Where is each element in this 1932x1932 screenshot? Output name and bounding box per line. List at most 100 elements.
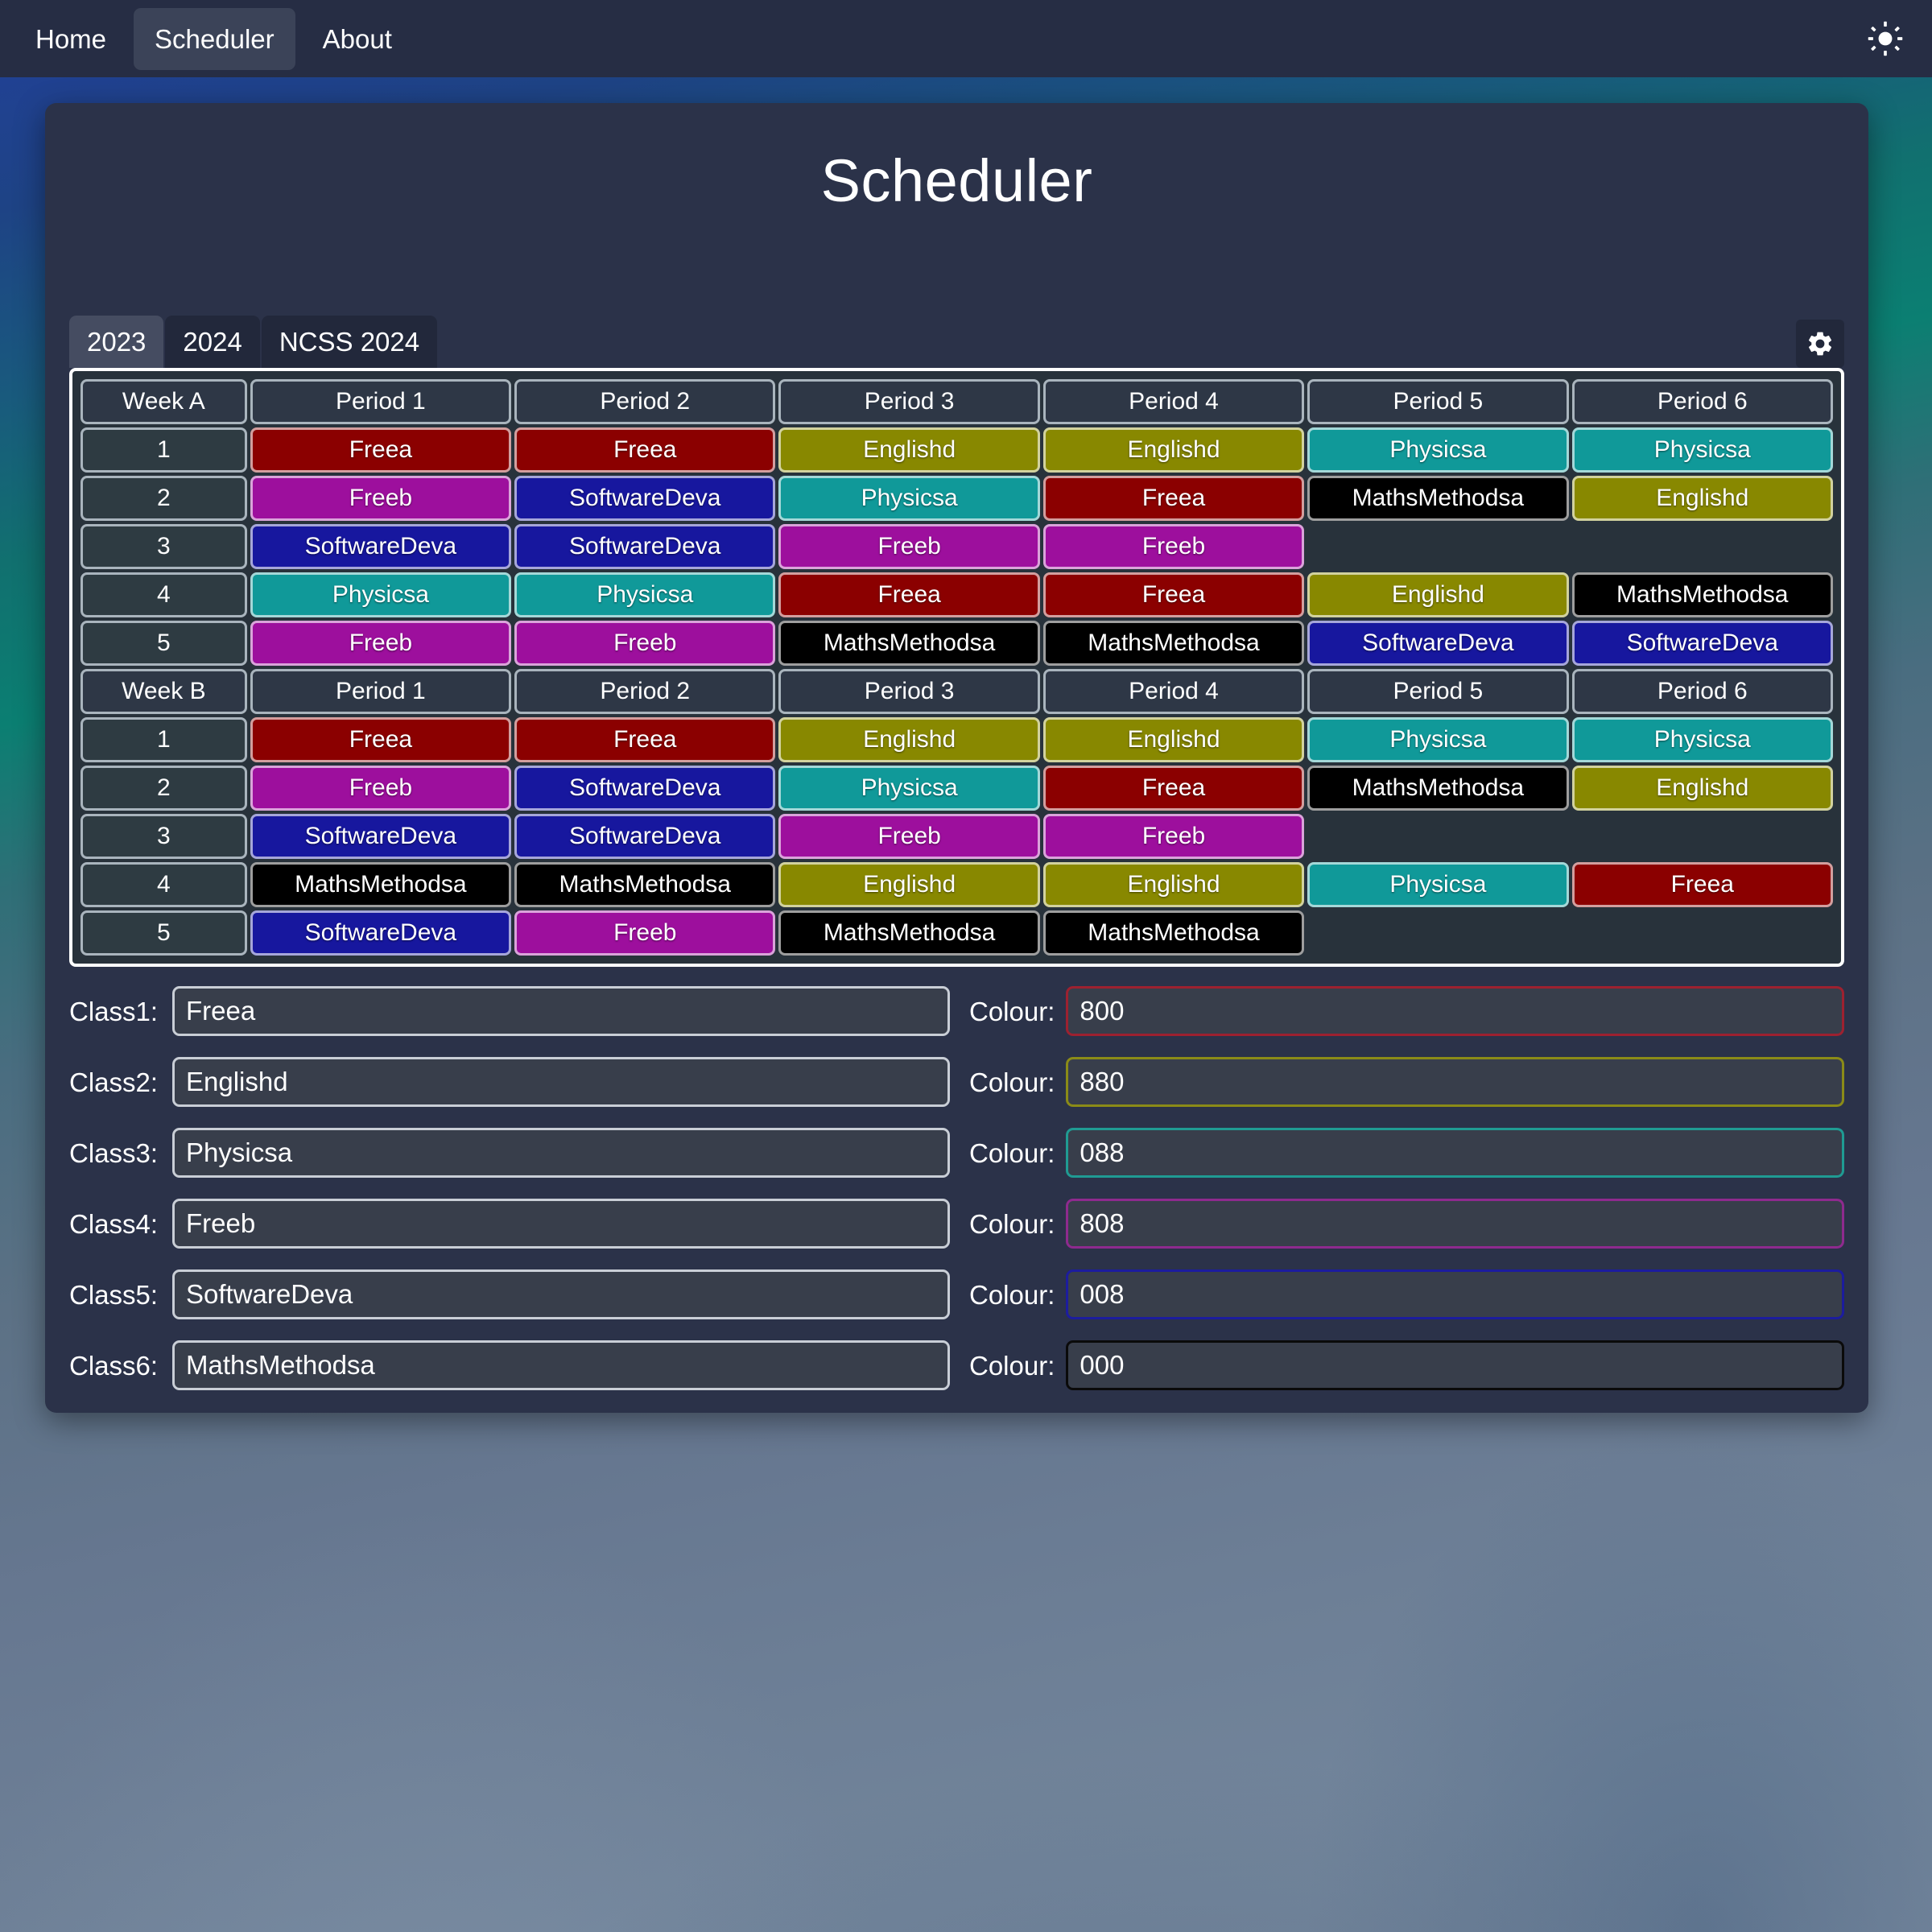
- timetable-cell[interactable]: Englishd: [1042, 427, 1305, 473]
- timetable-cell[interactable]: Freea: [514, 717, 776, 762]
- timetable-cell[interactable]: Englishd: [1307, 572, 1569, 617]
- timetable-cell-empty[interactable]: [1307, 814, 1568, 859]
- timetable-cell[interactable]: SoftwareDeva: [250, 910, 512, 956]
- tab-ncss-2024[interactable]: NCSS 2024: [261, 316, 438, 368]
- timetable-cell[interactable]: Englishd: [1571, 476, 1833, 521]
- row-number-label: 3: [80, 814, 247, 859]
- timetable-cell[interactable]: MathsMethodsa: [1307, 766, 1569, 811]
- class1-name-input[interactable]: [172, 986, 950, 1036]
- table-row: 4 Physicsa Physicsa Freea Freea Englishd Maths…: [80, 572, 1833, 617]
- timetable-cell[interactable]: SoftwareDeva: [514, 814, 776, 859]
- timetable-cell[interactable]: Physicsa: [1571, 717, 1833, 762]
- timetable-cell-empty[interactable]: [1307, 524, 1568, 569]
- timetable-cell-empty[interactable]: [1572, 910, 1833, 956]
- gear-icon[interactable]: [1796, 320, 1844, 368]
- timetable-cell[interactable]: Freeb: [514, 621, 776, 666]
- timetable-cell[interactable]: Physicsa: [1571, 427, 1833, 473]
- timetable-cell[interactable]: Freeb: [1042, 814, 1305, 859]
- timetable-cell[interactable]: MathsMethodsa: [1042, 621, 1305, 666]
- timetable-cell[interactable]: Freea: [1042, 766, 1305, 811]
- timetable-cell[interactable]: Englishd: [778, 862, 1040, 907]
- timetable-cell[interactable]: SoftwareDeva: [1307, 621, 1569, 666]
- timetable-cell[interactable]: MathsMethodsa: [1042, 910, 1305, 956]
- timetable-cell[interactable]: Freea: [250, 717, 512, 762]
- class6-colour-input[interactable]: [1066, 1340, 1844, 1390]
- timetable-cell-empty[interactable]: [1572, 524, 1833, 569]
- timetable-cell[interactable]: Freeb: [1042, 524, 1305, 569]
- timetable-cell[interactable]: Freeb: [778, 814, 1040, 859]
- sun-icon[interactable]: [1861, 14, 1909, 63]
- timetable-cell[interactable]: SoftwareDeva: [514, 524, 776, 569]
- timetable-cell[interactable]: SoftwareDeva: [250, 814, 512, 859]
- row-number-label: 2: [80, 766, 247, 811]
- class1-label: Class1:: [69, 996, 159, 1026]
- timetable-cell[interactable]: Freea: [514, 427, 776, 473]
- period-header: Period 3: [778, 669, 1040, 714]
- timetable-cell[interactable]: Physicsa: [1307, 427, 1569, 473]
- timetable-cell[interactable]: Freea: [1042, 572, 1305, 617]
- timetable-cell[interactable]: Englishd: [1042, 862, 1305, 907]
- timetable-cell[interactable]: Physicsa: [514, 572, 776, 617]
- period-header: Period 2: [514, 379, 776, 424]
- class2-name-input[interactable]: [172, 1057, 950, 1107]
- timetable-cell[interactable]: Physicsa: [778, 476, 1040, 521]
- timetable-cell[interactable]: Englishd: [778, 427, 1040, 473]
- class1-colour-label: Colour:: [969, 996, 1055, 1026]
- timetable-cell[interactable]: SoftwareDeva: [1571, 621, 1833, 666]
- period-header: Period 3: [778, 379, 1040, 424]
- timetable-cell[interactable]: Freea: [778, 572, 1040, 617]
- timetable-cell[interactable]: MathsMethodsa: [1307, 476, 1569, 521]
- row-number-label: 3: [80, 524, 247, 569]
- page-title: Scheduler: [820, 147, 1093, 214]
- nav-link-scheduler[interactable]: Scheduler: [134, 7, 295, 70]
- class3-colour-input[interactable]: [1066, 1128, 1844, 1178]
- timetable-cell-empty[interactable]: [1572, 814, 1833, 859]
- table-row: 2 Freeb SoftwareDeva Physicsa Freea MathsMeth…: [80, 766, 1833, 811]
- timetable-cell[interactable]: MathsMethodsa: [778, 910, 1040, 956]
- tab-2023[interactable]: 2023: [69, 316, 164, 368]
- timetable-cell[interactable]: Freeb: [778, 524, 1040, 569]
- class5-name-input[interactable]: [172, 1269, 950, 1319]
- class4-colour-input[interactable]: [1066, 1199, 1844, 1249]
- nav-link-about[interactable]: About: [302, 8, 413, 70]
- timetable-cell[interactable]: Freeb: [250, 621, 512, 666]
- class-setting-row: Class4: Colour:: [69, 1199, 1844, 1249]
- timetable-cell[interactable]: MathsMethodsa: [514, 862, 776, 907]
- class3-colour-label: Colour:: [969, 1137, 1055, 1168]
- timetable-cell[interactable]: Englishd: [1042, 717, 1305, 762]
- class6-colour-label: Colour:: [969, 1350, 1055, 1381]
- table-row: 4 MathsMethodsa MathsMethodsa Englishd Engli…: [80, 862, 1833, 907]
- timetable-cell[interactable]: MathsMethodsa: [778, 621, 1040, 666]
- timetable-cell[interactable]: SoftwareDeva: [514, 766, 776, 811]
- timetable-cell[interactable]: MathsMethodsa: [1571, 572, 1833, 617]
- nav-link-home[interactable]: Home: [14, 8, 127, 70]
- class1-colour-input[interactable]: [1066, 986, 1844, 1036]
- timetable-cell[interactable]: Freeb: [514, 910, 776, 956]
- timetable-cell-empty[interactable]: [1307, 910, 1568, 956]
- class4-name-input[interactable]: [172, 1199, 950, 1249]
- timetable-cell[interactable]: SoftwareDeva: [250, 524, 512, 569]
- class-setting-row: Class1: Colour:: [69, 986, 1844, 1036]
- class-setting-row: Class6: Colour:: [69, 1340, 1844, 1390]
- class2-colour-label: Colour:: [969, 1067, 1055, 1097]
- timetable-cell[interactable]: SoftwareDeva: [514, 476, 776, 521]
- period-header: Period 2: [514, 669, 776, 714]
- timetable-cell[interactable]: Freea: [250, 427, 512, 473]
- timetable-cell[interactable]: Physicsa: [1307, 717, 1569, 762]
- timetable-cell[interactable]: MathsMethodsa: [250, 862, 512, 907]
- timetable-cell[interactable]: Freeb: [250, 476, 512, 521]
- class5-colour-input[interactable]: [1066, 1269, 1844, 1319]
- timetable-cell[interactable]: Englishd: [778, 717, 1040, 762]
- class2-colour-input[interactable]: [1066, 1057, 1844, 1107]
- class3-name-input[interactable]: [172, 1128, 950, 1178]
- class5-colour-label: Colour:: [969, 1279, 1055, 1310]
- tab-2024[interactable]: 2024: [165, 316, 260, 368]
- timetable-cell[interactable]: Englishd: [1571, 766, 1833, 811]
- timetable-cell[interactable]: Physicsa: [1307, 862, 1569, 907]
- timetable-cell[interactable]: Freea: [1571, 862, 1833, 907]
- timetable-cell[interactable]: Physicsa: [250, 572, 512, 617]
- class6-name-input[interactable]: [172, 1340, 950, 1390]
- timetable-cell[interactable]: Freeb: [250, 766, 512, 811]
- timetable-cell[interactable]: Freea: [1042, 476, 1305, 521]
- timetable-cell[interactable]: Physicsa: [778, 766, 1040, 811]
